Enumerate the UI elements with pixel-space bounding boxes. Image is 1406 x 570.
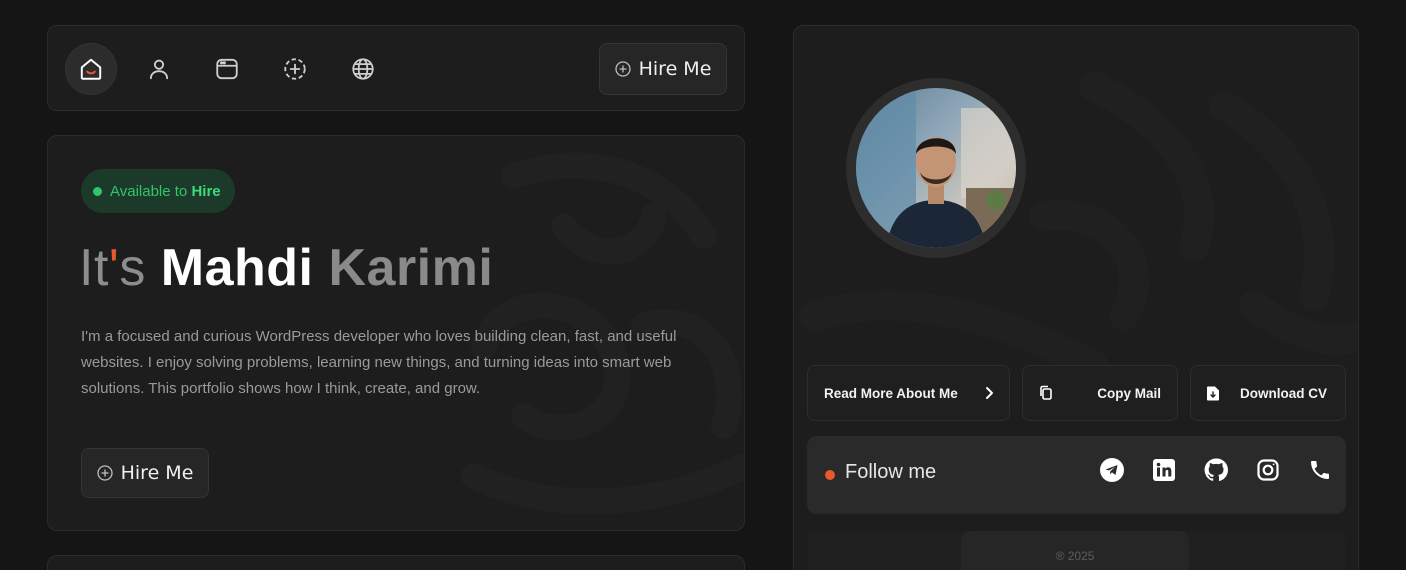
github-link[interactable]: [1204, 458, 1228, 482]
profile-photo: [856, 88, 1016, 248]
hero-hire-me-button[interactable]: Hire Me: [81, 448, 209, 498]
linkedin-link[interactable]: [1152, 458, 1176, 482]
nav-services-button[interactable]: [269, 43, 321, 95]
plus-circle-icon: [96, 465, 113, 481]
next-section-card: [47, 555, 745, 570]
availability-badge: Available to Hire: [81, 169, 235, 213]
hero-card: Available to Hire It's Mahdi Karimi I'm …: [47, 135, 745, 531]
nav-about-button[interactable]: [133, 43, 185, 95]
telegram-link[interactable]: [1100, 458, 1124, 482]
hero-description: I'm a focused and curious WordPress deve…: [81, 328, 677, 397]
hero-hire-me-label: Hire Me: [120, 462, 194, 484]
top-navigation: Hire Me: [47, 25, 745, 111]
profile-card: Read More About Me Copy Mail Download CV…: [793, 25, 1359, 570]
title-its: It: [79, 239, 109, 297]
last-name: Karimi: [328, 239, 494, 297]
nav-contact-button[interactable]: [337, 43, 389, 95]
plus-circle-icon: [614, 61, 631, 77]
copy-mail-button[interactable]: Copy Mail: [1022, 365, 1178, 421]
nav-portfolio-button[interactable]: [201, 43, 253, 95]
download-cv-label: Download CV: [1240, 385, 1327, 401]
dashed-plus-circle-icon: [284, 58, 306, 80]
copyright: ® 2025: [961, 531, 1189, 570]
availability-prefix: Available to: [110, 182, 188, 200]
file-download-icon: [1207, 386, 1219, 401]
instagram-link[interactable]: [1256, 458, 1280, 482]
phone-icon: [1311, 461, 1329, 479]
linkedin-icon: [1153, 459, 1175, 481]
browser-window-icon: [216, 58, 238, 80]
telegram-icon: [1100, 458, 1124, 482]
home-icon: [80, 58, 102, 80]
hire-me-label: Hire Me: [638, 58, 712, 80]
follow-dot: [825, 470, 835, 480]
avatar-frame: [846, 78, 1026, 258]
footer-card: ® 2025: [807, 531, 1346, 570]
title-apostrophe: ': [108, 239, 120, 297]
hero-title: It's Mahdi Karimi: [79, 238, 493, 298]
download-cv-button[interactable]: Download CV: [1190, 365, 1346, 421]
status-dot: [93, 186, 102, 196]
read-more-button[interactable]: Read More About Me: [807, 365, 1010, 421]
avatar: [856, 88, 1016, 248]
user-icon: [149, 59, 169, 80]
availability-emphasis: Hire: [191, 182, 221, 200]
social-links: [1100, 458, 1332, 482]
instagram-icon: [1257, 459, 1279, 481]
follow-me-panel: Follow me: [807, 436, 1346, 514]
copy-icon: [1040, 385, 1052, 400]
hire-me-button[interactable]: Hire Me: [599, 43, 727, 95]
globe-icon: [352, 58, 374, 80]
chevron-right-icon: [986, 387, 993, 399]
follow-me-label: Follow me: [845, 461, 937, 483]
profile-actions: Read More About Me Copy Mail Download CV: [807, 365, 1346, 421]
phone-link[interactable]: [1308, 458, 1332, 482]
read-more-label: Read More About Me: [824, 385, 958, 401]
first-name: Mahdi: [160, 239, 314, 297]
copy-mail-label: Copy Mail: [1097, 385, 1161, 401]
title-s: s: [119, 239, 146, 297]
nav-home-button[interactable]: [65, 43, 117, 95]
github-icon: [1204, 458, 1228, 482]
availability-text: Available to Hire: [110, 183, 221, 200]
nav-icon-group: [65, 43, 389, 95]
